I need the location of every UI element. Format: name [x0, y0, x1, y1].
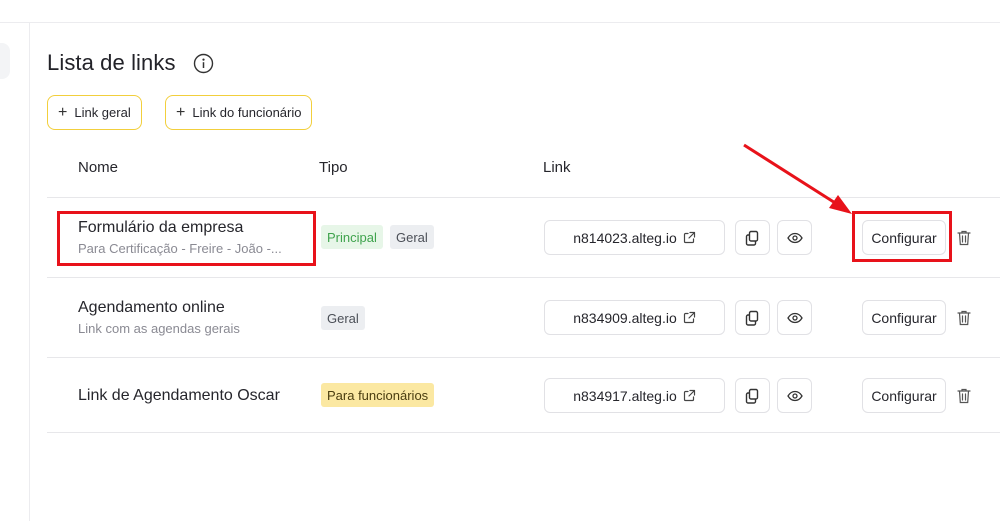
info-icon[interactable]: [193, 53, 214, 74]
eye-icon: [786, 312, 803, 323]
add-general-link-button[interactable]: + Link geral: [47, 95, 142, 130]
link-description: Link com as agendas gerais: [78, 321, 240, 336]
tag-geral: Geral: [321, 306, 365, 330]
copy-link-button[interactable]: [735, 220, 770, 255]
column-header-type: Tipo: [319, 159, 348, 176]
table-row: Agendamento online Link com as agendas g…: [47, 278, 1000, 356]
external-link-icon: [683, 389, 695, 402]
trash-icon[interactable]: [956, 387, 972, 405]
link-name[interactable]: Link de Agendamento Oscar: [78, 387, 280, 405]
highlight-box-name: [57, 211, 316, 266]
configure-button[interactable]: Configurar: [862, 378, 946, 413]
add-employee-link-label: Link do funcionário: [192, 105, 302, 120]
configure-button[interactable]: Configurar: [862, 300, 946, 335]
eye-icon: [786, 390, 803, 401]
link-url: n814023.alteg.io: [573, 229, 677, 246]
highlight-box-configure: [852, 211, 952, 262]
preview-link-button[interactable]: [777, 300, 812, 335]
link-url-button[interactable]: n834909.alteg.io: [544, 300, 725, 335]
external-link-icon: [683, 231, 695, 244]
sidebar-active-item[interactable]: [0, 43, 10, 79]
table-row: Link de Agendamento Oscar Para funcionár…: [47, 358, 1000, 432]
eye-icon: [786, 232, 803, 243]
plus-icon: +: [58, 103, 68, 121]
add-general-link-label: Link geral: [74, 105, 131, 120]
top-bar: [0, 0, 1000, 23]
preview-link-button[interactable]: [777, 220, 812, 255]
link-url-button[interactable]: n834917.alteg.io: [544, 378, 725, 413]
link-url-button[interactable]: n814023.alteg.io: [544, 220, 725, 255]
trash-icon[interactable]: [956, 309, 972, 327]
copy-icon: [745, 230, 759, 246]
copy-icon: [745, 310, 759, 326]
tag-geral: Geral: [390, 225, 434, 249]
plus-icon: +: [176, 103, 186, 121]
tag-para-funcionarios: Para funcionários: [321, 383, 435, 407]
left-sidebar: [0, 23, 30, 521]
row-divider: [47, 432, 1000, 433]
link-url: n834909.alteg.io: [573, 309, 677, 326]
column-header-name: Nome: [78, 159, 119, 176]
page-title: Lista de links: [47, 50, 176, 75]
link-url: n834917.alteg.io: [573, 387, 677, 404]
tag-principal: Principal: [321, 225, 383, 249]
copy-link-button[interactable]: [735, 378, 770, 413]
link-name[interactable]: Agendamento online: [78, 299, 225, 317]
copy-link-button[interactable]: [735, 300, 770, 335]
preview-link-button[interactable]: [777, 378, 812, 413]
add-employee-link-button[interactable]: + Link do funcionário: [165, 95, 313, 130]
column-header-link: Link: [543, 159, 571, 176]
trash-icon[interactable]: [956, 229, 972, 247]
copy-icon: [745, 388, 759, 404]
external-link-icon: [683, 311, 695, 324]
